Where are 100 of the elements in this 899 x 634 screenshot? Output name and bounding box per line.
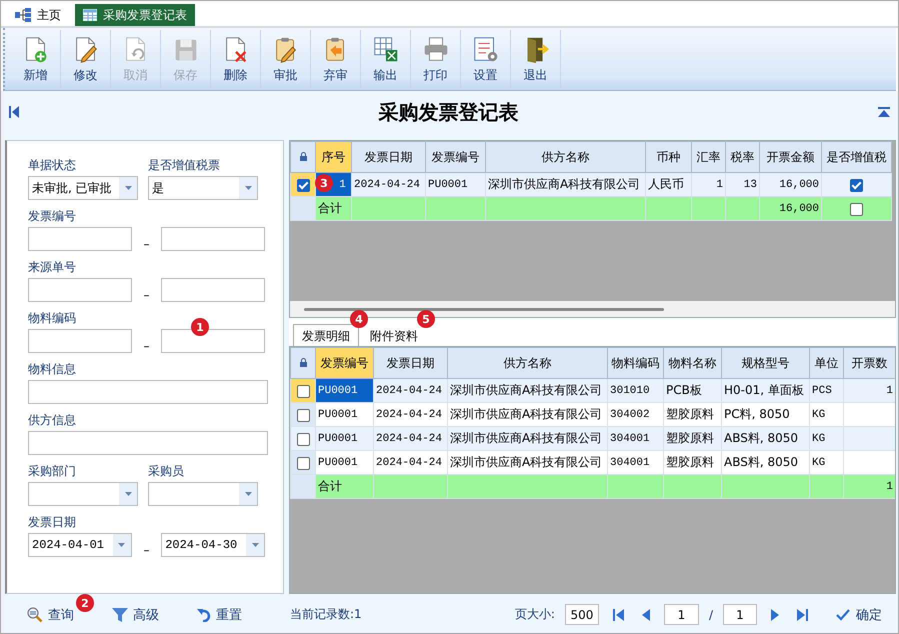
total-pages-field: 1 bbox=[723, 604, 757, 625]
column-header[interactable]: 供方名称 bbox=[448, 348, 608, 378]
page-tab[interactable]: 采购发票登记表 bbox=[75, 4, 195, 26]
input-field[interactable] bbox=[161, 278, 265, 302]
field-label: 物料信息 bbox=[28, 361, 77, 377]
column-header[interactable]: 发票日期 bbox=[352, 142, 426, 172]
table-cell: 301010 bbox=[608, 378, 664, 402]
table-cell: 16,000 bbox=[760, 172, 822, 196]
lock-icon bbox=[300, 358, 306, 367]
page-size-field[interactable]: 500 bbox=[564, 604, 599, 625]
input-field[interactable] bbox=[28, 431, 268, 455]
horizontal-scrollbar[interactable] bbox=[290, 301, 895, 317]
table-cell: 13 bbox=[726, 172, 760, 196]
filter-button[interactable]: 高级 bbox=[112, 606, 159, 624]
confirm-button[interactable]: 确定 bbox=[830, 604, 888, 624]
column-header[interactable]: 物料名称 bbox=[664, 348, 722, 378]
column-header[interactable]: 供方名称 bbox=[486, 142, 646, 172]
toolbar-button[interactable]: 删除 bbox=[211, 30, 261, 88]
column-header[interactable]: 税率 bbox=[726, 142, 760, 172]
column-header[interactable]: 序号 bbox=[316, 142, 352, 172]
check-icon bbox=[836, 608, 850, 620]
column-header[interactable]: 物料编码 bbox=[608, 348, 664, 378]
column-header[interactable]: 规格型号 bbox=[722, 348, 810, 378]
checkbox[interactable] bbox=[850, 202, 863, 216]
filter-icon bbox=[112, 607, 128, 622]
dropdown-field[interactable]: 2024-04-01 bbox=[28, 533, 132, 557]
checkbox[interactable] bbox=[296, 432, 310, 446]
search-button[interactable]: 查询 bbox=[27, 606, 74, 624]
dropdown-field[interactable] bbox=[28, 482, 138, 506]
range-separator: – bbox=[142, 542, 150, 557]
column-header[interactable]: 是否增值税 bbox=[822, 142, 892, 172]
detail-tab[interactable]: 发票明细 bbox=[293, 324, 359, 346]
input-field[interactable] bbox=[28, 227, 132, 251]
table-cell: 2024-04-24 bbox=[352, 172, 426, 196]
page-size-label: 页大小: bbox=[514, 606, 555, 623]
range-separator: – bbox=[142, 236, 150, 251]
dropdown-field[interactable]: 是 bbox=[148, 176, 258, 200]
input-field[interactable] bbox=[28, 278, 132, 302]
toolbar-button[interactable]: 输出 bbox=[361, 30, 411, 88]
field-label: 发票日期 bbox=[28, 514, 77, 530]
table-cell: 16,000 bbox=[760, 196, 822, 220]
dropdown-field[interactable]: 2024-04-30 bbox=[161, 533, 265, 557]
input-field[interactable] bbox=[161, 329, 265, 353]
total-label: 合计 bbox=[316, 474, 374, 498]
toolbar-button[interactable]: 审批 bbox=[261, 30, 311, 88]
dropdown-field[interactable] bbox=[148, 482, 258, 506]
collapse-up-icon[interactable] bbox=[878, 107, 890, 117]
total-label: 合计 bbox=[316, 196, 352, 220]
table-cell: 1 bbox=[844, 378, 895, 402]
page-field[interactable]: 1 bbox=[664, 604, 699, 625]
input-field[interactable] bbox=[28, 329, 132, 353]
column-header[interactable]: 发票日期 bbox=[374, 348, 448, 378]
collapse-left-icon[interactable] bbox=[9, 106, 19, 118]
toolbar-button[interactable]: 新增 bbox=[11, 30, 61, 88]
page-separator: / bbox=[708, 608, 713, 622]
table-cell: PCB板 bbox=[664, 378, 722, 402]
table-cell: ABS料, 8050 bbox=[722, 426, 810, 450]
checkbox[interactable] bbox=[296, 178, 310, 192]
table-cell: 人民币 bbox=[646, 172, 692, 196]
table-cell: 塑胶原料 bbox=[664, 426, 722, 450]
table-cell: PU0001 bbox=[426, 172, 486, 196]
column-header[interactable]: 汇率 bbox=[692, 142, 726, 172]
sitemap-icon bbox=[15, 8, 31, 22]
field-label: 供方信息 bbox=[28, 412, 77, 428]
toolbar-button[interactable]: 设置 bbox=[461, 30, 511, 88]
toolbar-button[interactable]: 弃审 bbox=[311, 30, 361, 88]
field-label: 是否增值税票 bbox=[148, 157, 221, 173]
input-field[interactable] bbox=[28, 380, 268, 404]
column-header[interactable]: 单位 bbox=[810, 348, 844, 378]
column-header[interactable]: 币种 bbox=[646, 142, 692, 172]
toolbar-button[interactable]: 退出 bbox=[511, 30, 561, 88]
table-cell: 304001 bbox=[608, 426, 664, 450]
page-tab[interactable]: 主页 bbox=[7, 4, 69, 26]
column-header[interactable]: 开票数 bbox=[844, 348, 895, 378]
checkbox[interactable] bbox=[296, 456, 310, 470]
toolbar-button[interactable]: 打印 bbox=[411, 30, 461, 88]
column-header[interactable]: 发票编号 bbox=[316, 348, 374, 378]
dropdown-field[interactable]: 未审批, 已审批 bbox=[28, 176, 138, 200]
toolbar-button[interactable]: 修改 bbox=[61, 30, 111, 88]
table-cell: 深圳市供应商A科技有限公司 bbox=[448, 378, 608, 402]
field-label: 采购员 bbox=[148, 463, 185, 479]
reset-button[interactable]: 重置 bbox=[197, 606, 242, 624]
column-header[interactable]: 开票金额 bbox=[760, 142, 822, 172]
checkbox[interactable] bbox=[850, 178, 863, 192]
field-label: 采购部门 bbox=[28, 463, 77, 479]
range-separator: – bbox=[142, 338, 150, 353]
record-count: 当前记录数:1 bbox=[290, 606, 362, 623]
input-field[interactable] bbox=[161, 227, 265, 251]
table-icon bbox=[83, 9, 97, 21]
column-header[interactable]: 发票编号 bbox=[426, 142, 486, 172]
table-cell: H0-01, 单面板 bbox=[722, 378, 810, 402]
undo-icon bbox=[197, 607, 211, 622]
range-separator: – bbox=[142, 287, 150, 302]
checkbox[interactable] bbox=[296, 384, 310, 398]
table-cell: 2024-04-24 bbox=[374, 426, 448, 450]
checkbox[interactable] bbox=[296, 408, 310, 422]
field-label: 物料编码 bbox=[28, 310, 77, 326]
search-icon bbox=[27, 606, 43, 622]
table-cell: 深圳市供应商A科技有限公司 bbox=[448, 426, 608, 450]
table-cell: 深圳市供应商A科技有限公司 bbox=[486, 172, 646, 196]
